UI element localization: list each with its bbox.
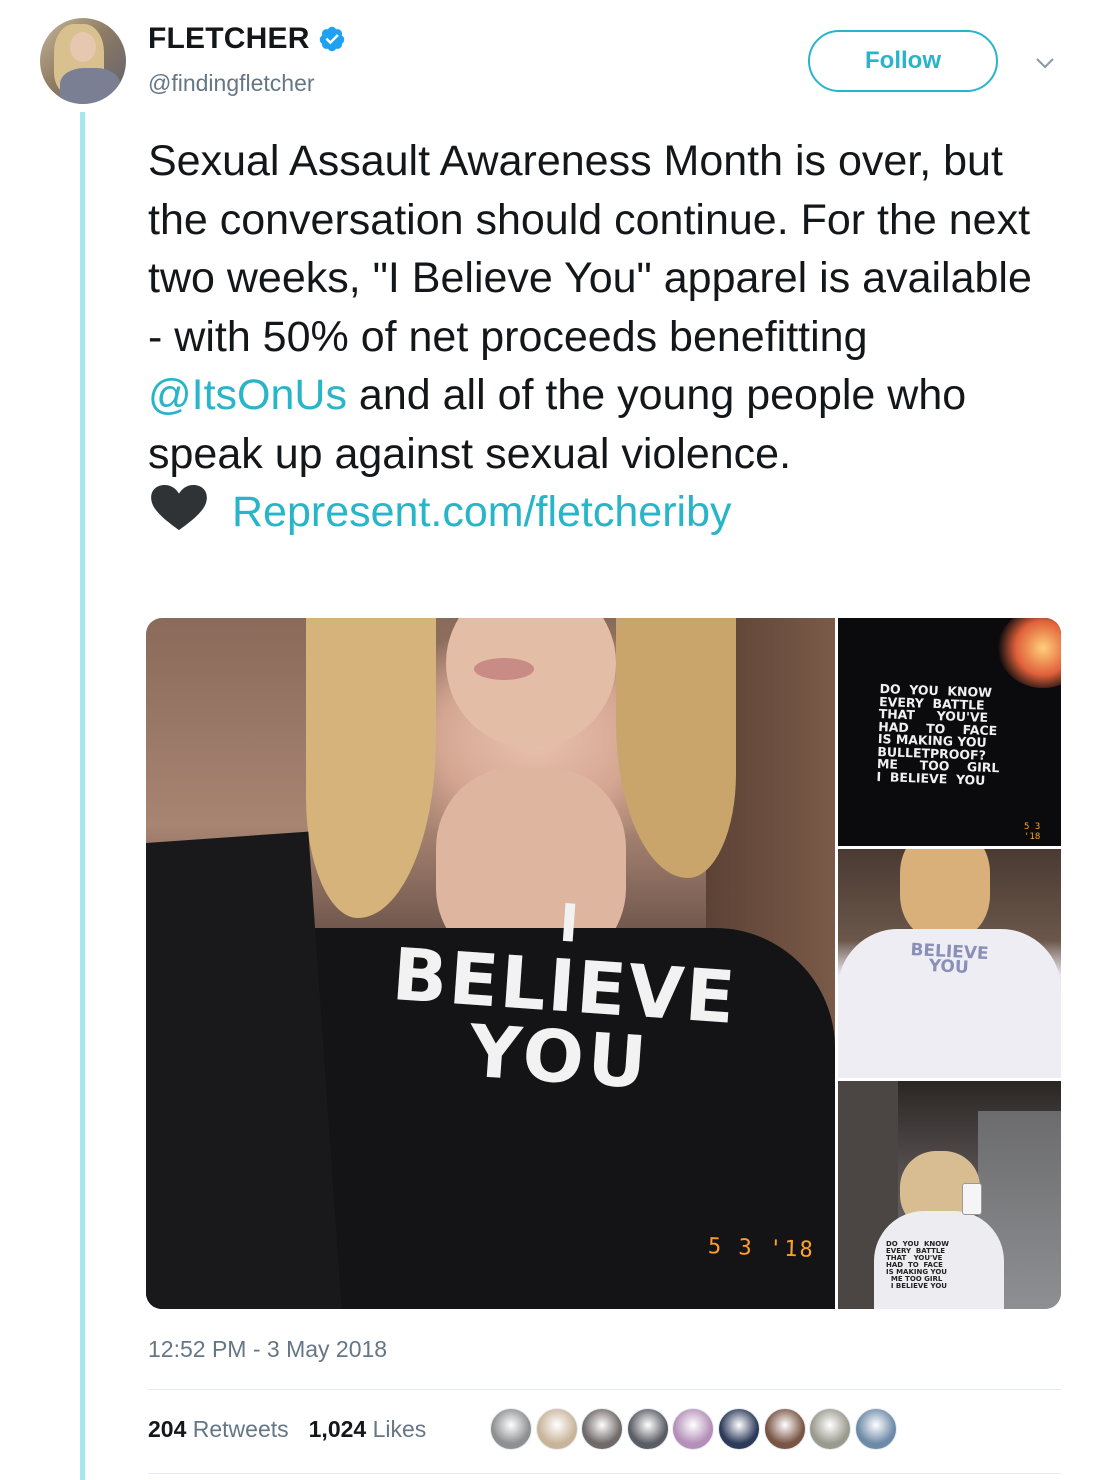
liker-avatar[interactable]	[672, 1408, 715, 1450]
likes-stat[interactable]: 1,024 Likes	[309, 1416, 427, 1443]
tweet-text-body: Sexual Assault Awareness Month is over, …	[148, 137, 1044, 361]
liker-avatar[interactable]	[581, 1408, 624, 1450]
retweets-label: Retweets	[192, 1416, 289, 1442]
follow-button[interactable]: Follow	[808, 30, 998, 92]
photo-date-stamp: 5 3 '18	[707, 1234, 816, 1263]
photo-hair-left	[306, 618, 436, 918]
liker-avatar[interactable]	[490, 1408, 532, 1450]
phone-icon	[962, 1183, 982, 1215]
photo-head	[900, 849, 990, 939]
avatar-body	[60, 68, 120, 104]
photo-side-3[interactable]: DO YOU KNOW EVERY BATTLE THAT YOU'VE HAD…	[838, 1081, 1061, 1309]
photo-chin	[446, 618, 616, 748]
black-heart-icon	[151, 484, 207, 531]
avatar[interactable]	[40, 18, 126, 104]
light-flare	[998, 618, 1061, 688]
display-name[interactable]: FLETCHER	[148, 22, 310, 56]
photo-lips	[474, 658, 534, 680]
photo-side-2[interactable]: BELIEVE YOU	[838, 849, 1061, 1078]
photo-hair-right	[616, 618, 736, 878]
represent-link[interactable]: Represent.com/fletcheriby	[232, 488, 732, 536]
liker-avatar[interactable]	[717, 1408, 760, 1450]
chevron-down-icon[interactable]	[1034, 52, 1056, 74]
liker-avatar[interactable]	[809, 1408, 852, 1450]
shirt-print: I BELIEVE YOU	[368, 885, 761, 1105]
shirt-back-print: DO YOU KNOW EVERY BATTLE THAT YOU'VE HAD…	[876, 681, 1000, 788]
likes-count: 1,024	[308, 1416, 367, 1442]
divider	[148, 1473, 1061, 1474]
likes-label: Likes	[372, 1416, 427, 1442]
mention-link[interactable]: @ItsOnUs	[148, 371, 347, 419]
thread-line	[80, 112, 85, 1480]
divider	[148, 1389, 1061, 1390]
liker-avatar[interactable]	[763, 1408, 806, 1450]
liker-avatar[interactable]	[854, 1408, 897, 1450]
photo-arm	[146, 831, 344, 1309]
photo-main[interactable]: I BELIEVE YOU 5 3 '18	[146, 618, 835, 1309]
tweet-stats: 204 Retweets 1,024 Likes	[148, 1416, 446, 1443]
likers-avatars	[490, 1408, 900, 1450]
media-grid[interactable]: I BELIEVE YOU 5 3 '18 DO YOU KNOW EVERY …	[146, 618, 1061, 1309]
back-print: DO YOU KNOW EVERY BATTLE THAT YOU'VE HAD…	[886, 1240, 949, 1290]
photo-date-stamp-small: 5 3 '18	[1024, 822, 1041, 842]
liker-avatar[interactable]	[535, 1408, 578, 1450]
author-handle[interactable]: @findingfletcher	[148, 70, 315, 97]
avatar-face	[70, 32, 96, 62]
tweet-text: Sexual Assault Awareness Month is over, …	[148, 132, 1048, 542]
author-name-row[interactable]: FLETCHER	[148, 22, 346, 56]
tweet-timestamp[interactable]: 12:52 PM - 3 May 2018	[148, 1336, 387, 1363]
verified-badge-icon	[319, 26, 344, 52]
sweater-print: BELIEVE YOU	[909, 940, 989, 978]
photo-side-1[interactable]: DO YOU KNOW EVERY BATTLE THAT YOU'VE HAD…	[838, 618, 1061, 846]
retweets-stat[interactable]: 204 Retweets	[148, 1416, 289, 1443]
retweets-count: 204	[148, 1416, 187, 1442]
liker-avatar[interactable]	[626, 1408, 669, 1450]
